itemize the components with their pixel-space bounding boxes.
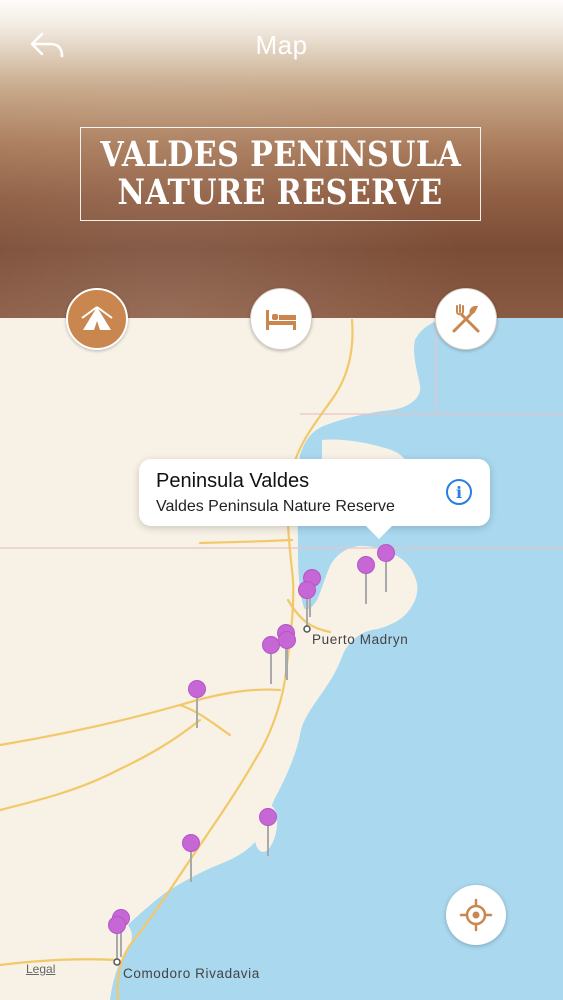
info-icon[interactable]: i bbox=[446, 479, 472, 505]
category-restaurants-button[interactable] bbox=[435, 288, 497, 350]
tent-icon bbox=[81, 306, 113, 330]
map-callout[interactable]: Peninsula Valdes Valdes Peninsula Nature… bbox=[139, 459, 490, 539]
city-dot-comodoro bbox=[113, 958, 121, 966]
category-attractions-button[interactable] bbox=[66, 288, 128, 350]
map-label-comodoro-rivadavia: Comodoro Rivadavia bbox=[123, 966, 260, 981]
city-dot-puerto-madryn bbox=[303, 625, 311, 633]
reserve-title-box: VALDES PENINSULA NATURE RESERVE bbox=[80, 127, 481, 221]
fork-knife-icon bbox=[452, 304, 480, 333]
callout-subtitle: Valdes Peninsula Nature Reserve bbox=[156, 498, 395, 515]
locate-button[interactable] bbox=[446, 885, 506, 945]
reserve-title-line-2: NATURE RESERVE bbox=[117, 172, 444, 213]
locate-crosshair-icon bbox=[459, 898, 493, 932]
legal-link[interactable]: Legal bbox=[26, 962, 55, 976]
map-label-puerto-madryn: Puerto Madryn bbox=[312, 632, 409, 647]
page-title: Map bbox=[255, 30, 308, 60]
bed-icon bbox=[266, 310, 296, 330]
reserve-title-line-1: VALDES PENINSULA bbox=[100, 134, 461, 175]
category-hotels-button[interactable] bbox=[250, 288, 312, 350]
callout-title: Peninsula Valdes bbox=[156, 470, 310, 492]
